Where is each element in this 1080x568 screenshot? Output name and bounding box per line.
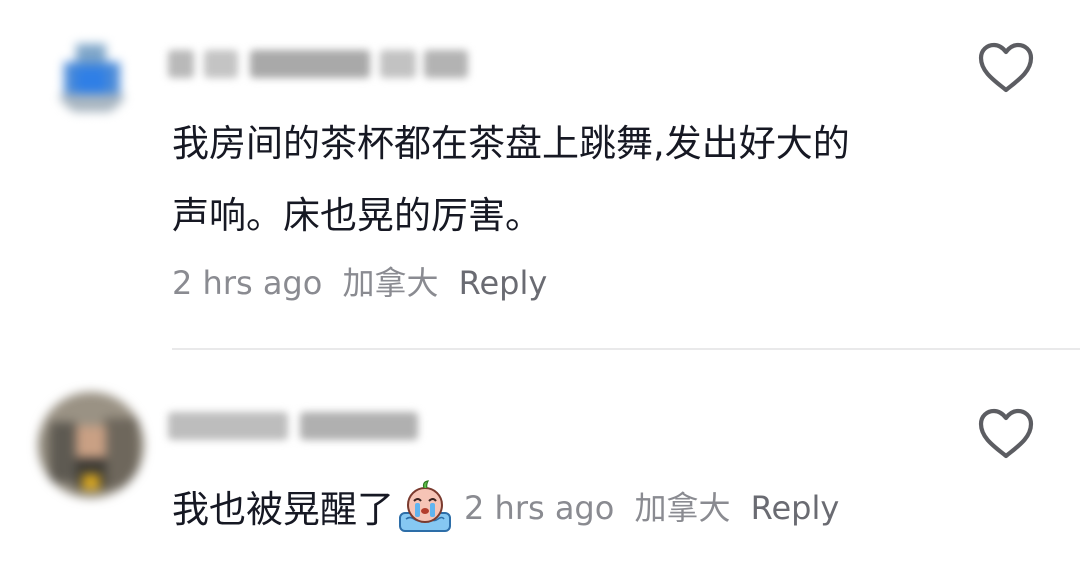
- comment-meta: 2 hrs ago 加拿大 Reply: [464, 483, 849, 529]
- comment-line: 我也被晃醒了 2 hrs ago 加拿大 Reply: [172, 476, 849, 536]
- timestamp: 2 hrs ago: [464, 489, 615, 527]
- like-heart-icon[interactable]: [977, 42, 1035, 94]
- comment-text: 我房间的茶杯都在茶盘上跳舞,发出好大的 声响。床也晃的厉害。: [172, 108, 850, 252]
- timestamp: 2 hrs ago: [172, 264, 323, 302]
- username-blurred[interactable]: [168, 406, 418, 446]
- reply-button[interactable]: Reply: [459, 264, 548, 302]
- location: 加拿大: [634, 489, 731, 527]
- comment-text-line: 我房间的茶杯都在茶盘上跳舞,发出好大的: [172, 122, 850, 165]
- username-blurred[interactable]: [168, 44, 468, 84]
- like-heart-icon[interactable]: [977, 408, 1035, 460]
- comment-meta: 2 hrs ago 加拿大 Reply: [172, 258, 557, 304]
- crying-face-emoji: [399, 480, 451, 532]
- avatar[interactable]: [38, 392, 144, 498]
- comment-item: 我也被晃醒了 2 hrs ago 加拿大 Reply: [0, 350, 1080, 568]
- location: 加拿大: [342, 264, 439, 302]
- comment-text: 我也被晃醒了: [172, 488, 394, 531]
- avatar[interactable]: [54, 40, 130, 116]
- comment-text-line: 声响。床也晃的厉害。: [172, 194, 542, 237]
- reply-button[interactable]: Reply: [751, 489, 840, 527]
- comment-item: 我房间的茶杯都在茶盘上跳舞,发出好大的 声响。床也晃的厉害。 2 hrs ago…: [0, 0, 1080, 350]
